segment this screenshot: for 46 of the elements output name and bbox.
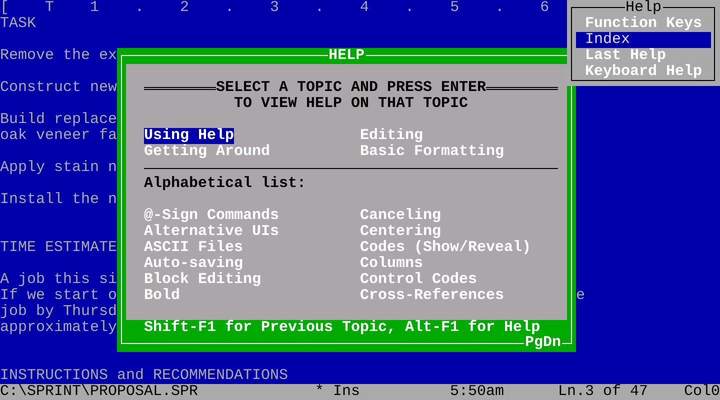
index-topic[interactable]: Centering (360, 224, 442, 240)
index-topic[interactable]: ASCII Files (144, 240, 244, 256)
dialog-heading: SELECT A TOPIC AND PRESS ENTER (216, 80, 486, 96)
help-topic[interactable]: Using Help (144, 128, 234, 144)
section-heading: TIME ESTIMATE (0, 240, 118, 256)
help-topic[interactable]: Editing (360, 128, 424, 144)
menu-item[interactable]: Index (576, 32, 711, 48)
menu-item[interactable]: Keyboard Help (576, 64, 711, 80)
section-heading: TASK (0, 16, 36, 32)
index-topic[interactable]: Block Editing (144, 272, 262, 288)
file-path: C:\SPRINT\PROPOSAL.SPR (0, 384, 198, 400)
document-text: approximately (0, 320, 118, 336)
index-topic[interactable]: Columns (360, 256, 424, 272)
dialog-heading: TO VIEW HELP ON THAT TOPIC (234, 95, 468, 112)
menu-item[interactable]: Function Keys (576, 16, 711, 32)
document-text: Build replace (0, 112, 118, 128)
document-text: job by Thursd (0, 304, 118, 320)
document-text: oak veneer fa (0, 128, 118, 144)
document-text: Remove the ex (0, 48, 118, 64)
column-position: Col0 (684, 384, 720, 400)
section-heading: INSTRUCTIONS and RECOMMENDATIONS (0, 368, 288, 384)
document-text: Apply stain n (0, 160, 118, 176)
index-topic[interactable]: Cross-References (360, 288, 504, 304)
document-text: Install the n (0, 192, 118, 208)
index-topic[interactable]: Codes (Show/Reveal) (360, 240, 532, 256)
document-text: If we start o (0, 288, 118, 304)
index-topic[interactable]: Auto-saving (144, 256, 244, 272)
document-text: Construct new (0, 80, 118, 96)
key-hint: Shift-F1 for Previous Topic, Alt-F1 for Help (144, 319, 540, 336)
menu-title: Help (624, 0, 662, 16)
list-label: Alphabetical list: (144, 176, 306, 192)
line-position: Ln.3 of 47 (558, 384, 648, 400)
ruler: [ T 1 . 2 . 3 . 4 . 5 . 6 (0, 0, 550, 16)
insert-mode: * Ins (315, 384, 360, 400)
help-topic[interactable]: Basic Formatting (360, 144, 504, 160)
index-topic[interactable]: @-Sign Commands (144, 208, 280, 224)
document-text: e (576, 287, 586, 304)
index-topic[interactable]: Canceling (360, 208, 442, 224)
index-topic[interactable]: Bold (144, 288, 180, 304)
help-topic[interactable]: Getting Around (144, 144, 270, 160)
page-hint: PgDn (524, 335, 562, 351)
menu-item[interactable]: Last Help (576, 48, 711, 64)
clock: 5:50am (450, 384, 504, 400)
index-topic[interactable]: Alternative UIs (144, 224, 280, 240)
document-text: A job this si (0, 272, 118, 288)
index-topic[interactable]: Control Codes (360, 272, 478, 288)
